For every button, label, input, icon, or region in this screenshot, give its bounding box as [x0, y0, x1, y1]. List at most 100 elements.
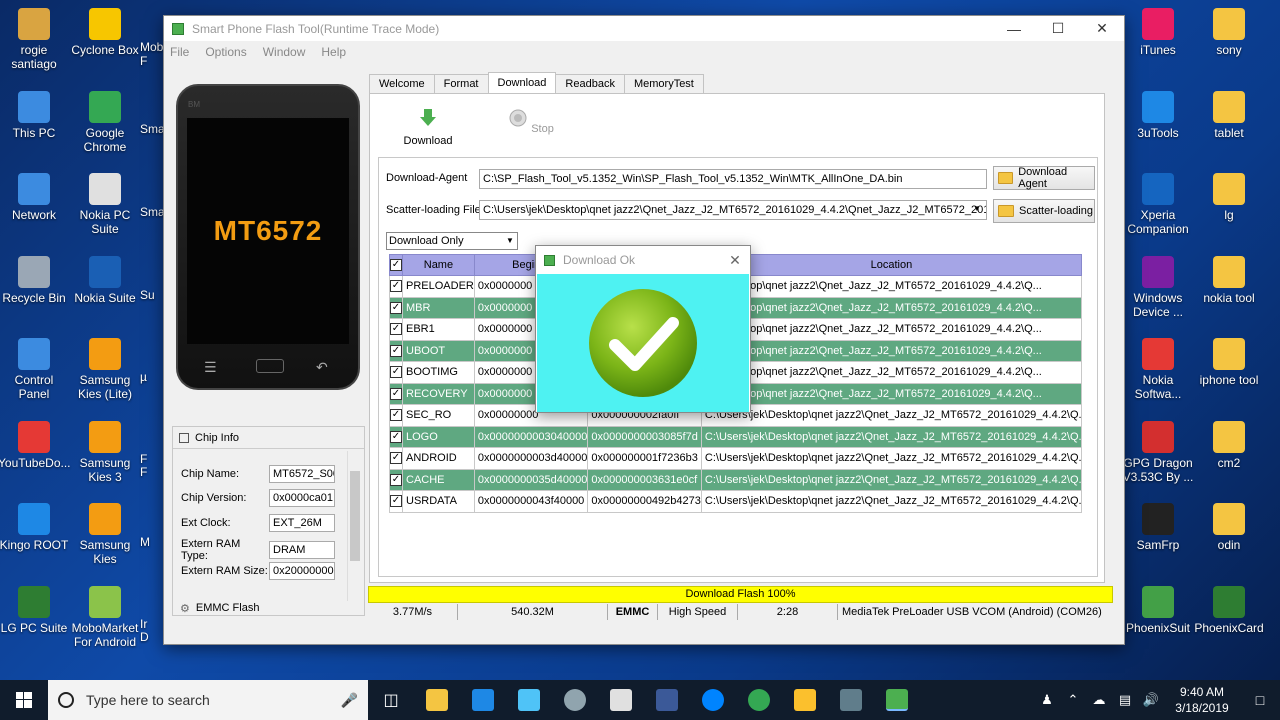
desktop-icon[interactable]: Google Chrome — [69, 90, 141, 154]
desktop-icon[interactable]: lg — [1193, 173, 1265, 222]
desktop-icon[interactable]: Cyclone Box — [69, 8, 141, 57]
chip-info-header[interactable]: Chip Info — [173, 427, 364, 449]
desktop-icon[interactable]: nokia tool — [1193, 255, 1265, 305]
messenger-icon[interactable] — [690, 680, 736, 720]
col-location[interactable]: Location — [700, 254, 1082, 276]
desktop-icon[interactable]: Samsung Kies 3 — [69, 420, 141, 484]
partition-checkbox[interactable]: ✓ — [390, 409, 402, 422]
partition-checkbox[interactable]: ✓ — [390, 280, 402, 293]
menu-options[interactable]: Options — [205, 45, 246, 59]
cloud-icon[interactable]: ☁ — [1086, 692, 1112, 708]
emmc-flash-header[interactable]: ⚙ EMMC Flash — [172, 599, 365, 617]
desktop-icon[interactable]: rogie santiago — [0, 8, 70, 71]
tab-memorytest[interactable]: MemoryTest — [623, 74, 704, 94]
start-button[interactable] — [0, 680, 48, 720]
partition-checkbox[interactable]: ✓ — [390, 473, 402, 486]
file-explorer-icon[interactable] — [414, 680, 460, 720]
partition-checkbox[interactable]: ✓ — [390, 344, 402, 357]
close-icon[interactable]: ✕ — [1080, 16, 1124, 41]
scrollbar-thumb[interactable] — [350, 471, 360, 561]
menu-window[interactable]: Window — [263, 45, 306, 59]
desktop-icon[interactable]: Nokia Softwa... — [1122, 338, 1194, 401]
menu-help[interactable]: Help — [321, 45, 346, 59]
desktop-icon[interactable]: Nokia PC Suite — [69, 173, 141, 236]
search-box[interactable]: Type here to search 🎤 — [48, 680, 368, 720]
select-all-checkbox[interactable]: ✓ — [389, 254, 403, 276]
desktop-icon[interactable]: Recycle Bin — [0, 255, 70, 305]
desktop-icon[interactable]: Nokia Suite — [69, 255, 141, 305]
task-view-icon[interactable]: ◫ — [368, 680, 414, 720]
microphone-icon[interactable]: 🎤 — [341, 692, 358, 709]
ext-clock-value[interactable]: EXT_26M — [269, 514, 335, 532]
dialog-titlebar[interactable]: Download Ok ✕ — [536, 246, 750, 274]
network-icon[interactable]: ▤ — [1112, 692, 1138, 708]
partition-checkbox[interactable]: ✓ — [390, 452, 402, 465]
tab-welcome[interactable]: Welcome — [369, 74, 435, 94]
download-agent-field[interactable]: C:\SP_Flash_Tool_v5.1352_Win\SP_Flash_To… — [479, 169, 987, 189]
ram-size-value[interactable]: 0x20000000 — [269, 562, 335, 580]
desktop-icon[interactable]: tablet — [1193, 90, 1265, 140]
chrome-icon[interactable] — [736, 680, 782, 720]
app-icon-gray[interactable] — [552, 680, 598, 720]
desktop-icon[interactable]: Network — [0, 173, 70, 222]
desktop-icon[interactable]: Samsung Kies — [69, 503, 141, 566]
volume-icon[interactable]: 🔊 — [1138, 692, 1164, 708]
table-row[interactable]: ✓ LOGO 0x0000000003040000 0x0000000003085f7… — [389, 425, 1082, 448]
store-icon[interactable] — [460, 680, 506, 720]
desktop-icon[interactable]: Xperia Companion — [1122, 173, 1194, 236]
scatter-file-field[interactable]: C:\Users\jek\Desktop\qnet jazz2\Qnet_Jaz… — [479, 200, 987, 220]
minimize-icon[interactable]: — — [992, 16, 1036, 41]
stop-button[interactable]: Stop — [501, 108, 561, 135]
download-mode-select[interactable]: Download Only ▼ — [386, 232, 518, 250]
desktop-icon[interactable]: 3uTools — [1122, 90, 1194, 140]
tab-format[interactable]: Format — [433, 74, 489, 94]
desktop-icon[interactable]: sony — [1193, 8, 1265, 57]
desktop-icon[interactable]: Samsung Kies (Lite) — [69, 338, 141, 401]
table-row[interactable]: ✓ CACHE 0x0000000035d40000 0x000000003631e0… — [389, 468, 1082, 491]
chevron-down-icon[interactable]: ▼ — [973, 204, 981, 213]
desktop-icon[interactable]: PhoenixCard — [1193, 585, 1265, 635]
desktop-icon[interactable]: iTunes — [1122, 8, 1194, 57]
partition-checkbox[interactable]: ✓ — [390, 495, 402, 508]
app-icon-yellow[interactable] — [782, 680, 828, 720]
chip-info-scrollbar[interactable] — [347, 451, 361, 601]
desktop-icon[interactable]: iphone tool — [1193, 338, 1265, 387]
desktop-icon[interactable]: LG PC Suite — [0, 585, 70, 635]
app-icon-blue[interactable] — [506, 680, 552, 720]
clock[interactable]: 9:40 AM 3/18/2019 — [1164, 684, 1240, 716]
desktop-icon[interactable]: PhoenixSuit — [1122, 585, 1194, 635]
menu-file[interactable]: File — [170, 45, 189, 59]
tab-readback[interactable]: Readback — [555, 74, 625, 94]
desktop-icon[interactable]: Control Panel — [0, 338, 70, 401]
desktop-icon[interactable]: GPG Dragon V3.53C By ... — [1122, 420, 1194, 484]
people-icon[interactable]: ♟ — [1034, 692, 1060, 708]
download-agent-button[interactable]: Download Agent — [993, 166, 1095, 190]
col-name[interactable]: Name — [402, 254, 475, 276]
maximize-icon[interactable]: ☐ — [1036, 16, 1080, 41]
window-titlebar[interactable]: Smart Phone Flash Tool(Runtime Trace Mod… — [164, 16, 1124, 41]
desktop-icon[interactable]: This PC — [0, 90, 70, 140]
desktop-icon[interactable]: SamFrp — [1122, 503, 1194, 552]
partition-checkbox[interactable]: ✓ — [390, 301, 402, 314]
table-row[interactable]: ✓ USRDATA 0x0000000043f40000 0x00000000492b… — [389, 490, 1082, 513]
notification-icon[interactable]: □ — [1240, 692, 1280, 708]
partition-checkbox[interactable]: ✓ — [390, 366, 402, 379]
desktop-icon[interactable]: Windows Device ... — [1122, 255, 1194, 319]
desktop-icon[interactable]: YouTubeDo... — [0, 420, 71, 470]
close-icon[interactable]: ✕ — [720, 252, 750, 269]
table-row[interactable]: ✓ ANDROID 0x0000000003d40000 0x000000001f72… — [389, 447, 1082, 470]
desktop-icon[interactable]: cm2 — [1193, 420, 1265, 470]
desktop-icon[interactable]: odin — [1193, 503, 1265, 552]
desktop-icon[interactable]: Kingo ROOT — [0, 503, 70, 552]
tab-download[interactable]: Download — [487, 72, 557, 94]
download-button[interactable]: Download — [398, 108, 458, 147]
chevron-up-icon[interactable]: ⌃ — [1060, 692, 1086, 708]
flash-tool-taskbar-icon[interactable] — [874, 680, 920, 720]
app-icon-network[interactable] — [828, 680, 874, 720]
partition-checkbox[interactable]: ✓ — [390, 430, 402, 443]
partition-checkbox[interactable]: ✓ — [390, 387, 402, 400]
partition-checkbox[interactable]: ✓ — [390, 323, 402, 336]
ram-type-value[interactable]: DRAM — [269, 541, 335, 559]
desktop-icon[interactable]: MoboMarket For Android — [69, 585, 141, 649]
facebook-icon[interactable] — [644, 680, 690, 720]
